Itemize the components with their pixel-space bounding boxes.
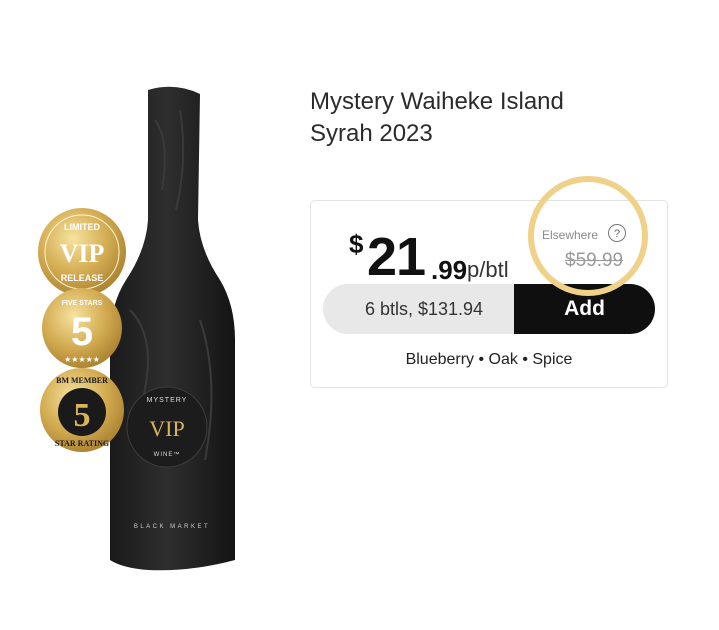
add-to-cart-button[interactable]: Add bbox=[514, 284, 655, 334]
price-card: $ 21 .99 p/btl Elsewhere ? $59.99 6 btls… bbox=[310, 200, 668, 388]
product-image: MYSTERY VIP WINE™ BLACK MARKET LIMITED V… bbox=[38, 86, 235, 571]
badge-main-text: 5 bbox=[71, 310, 93, 354]
badge-bottom-text: RELEASE bbox=[61, 273, 104, 283]
limited-release-badge: LIMITED VIP RELEASE bbox=[38, 208, 126, 296]
product-title-line1: Mystery Waiheke Island bbox=[310, 88, 564, 115]
product-title: Mystery Waiheke Island Syrah 2023 bbox=[310, 86, 670, 150]
badge-main-text: VIP bbox=[60, 239, 105, 268]
wine-bottle: MYSTERY VIP WINE™ BLACK MARKET bbox=[110, 86, 235, 571]
elsewhere-price: $59.99 bbox=[565, 250, 624, 271]
help-icon[interactable]: ? bbox=[608, 224, 626, 242]
price-dollars: 21 bbox=[367, 227, 426, 287]
bottle-brand: BLACK MARKET bbox=[134, 524, 210, 530]
star-row-icon: ★★★★★ bbox=[64, 355, 100, 364]
badge-main-text: 5 bbox=[74, 397, 91, 434]
bottle-label-bottom: WINE™ bbox=[154, 451, 181, 458]
price-unit: p/btl bbox=[467, 257, 509, 282]
badge-top-text: LIMITED bbox=[64, 222, 100, 232]
badge-bottom-text: STAR RATING bbox=[55, 439, 109, 448]
price-cents: .99 bbox=[431, 255, 468, 285]
bottle-label-main: VIP bbox=[149, 416, 184, 441]
badge-top-text: FIVE STARS bbox=[62, 300, 103, 307]
product-title-line2: Syrah 2023 bbox=[310, 120, 433, 147]
bundle-option[interactable]: 6 btls, $131.94 bbox=[323, 284, 525, 334]
elsewhere-label: Elsewhere bbox=[542, 228, 599, 242]
price-currency: $ bbox=[349, 229, 364, 259]
bottle-label-top: MYSTERY bbox=[147, 397, 188, 404]
member-rating-badge: BM MEMBER 5 STAR RATING bbox=[40, 368, 124, 452]
badge-top-text: BM MEMBER bbox=[56, 376, 108, 385]
five-stars-badge: FIVE STARS 5 ★★★★★ bbox=[42, 288, 122, 368]
tasting-notes: Blueberry • Oak • Spice bbox=[405, 351, 573, 368]
